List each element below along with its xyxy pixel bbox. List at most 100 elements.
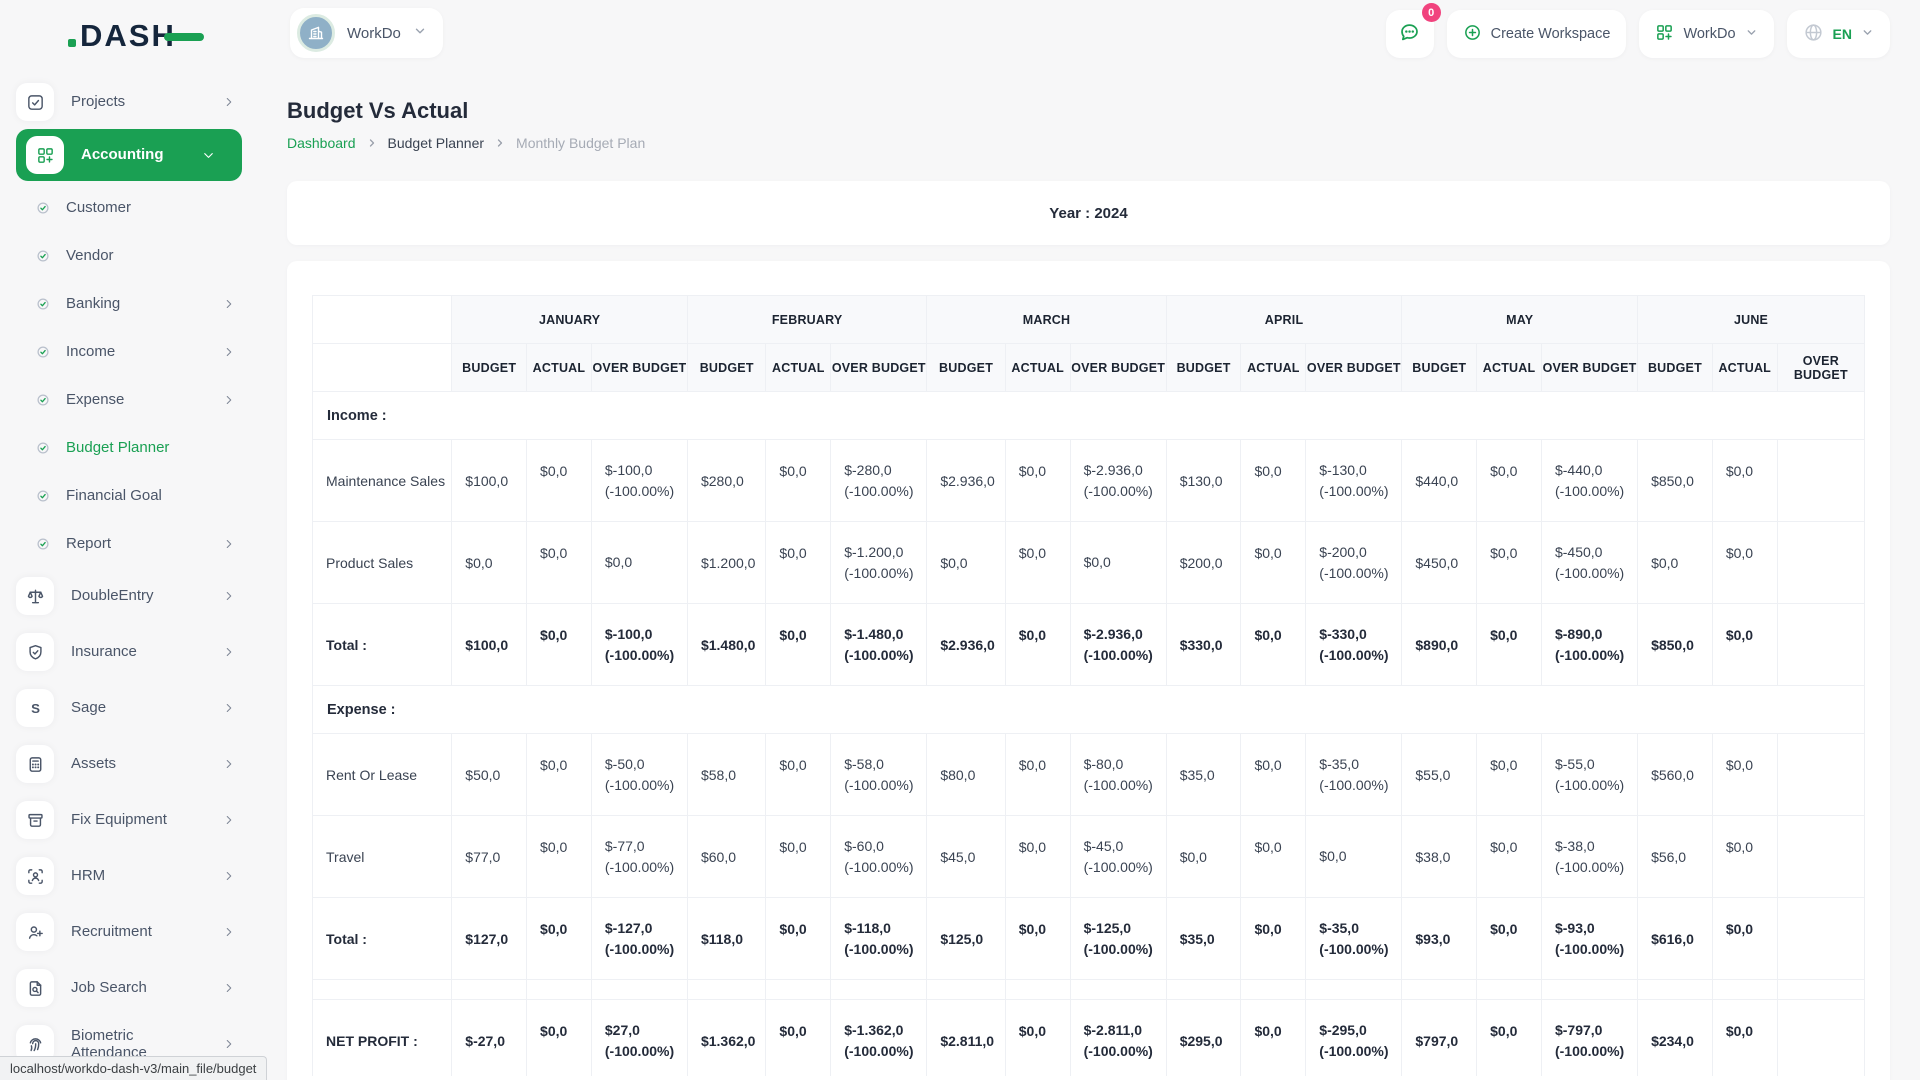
main-content: Budget Vs Actual Dashboard Budget Planne…: [262, 74, 1920, 1080]
cell-total-april-budget: $35,0: [1165, 897, 1242, 980]
cell-product-sales-may-budget: $450,0: [1401, 521, 1478, 604]
breadcrumb-budget-planner[interactable]: Budget Planner: [388, 135, 485, 151]
sidebar-item-doubleentry[interactable]: DoubleEntry: [0, 568, 262, 624]
budget-table-card: JANUARY FEBRUARY MARCH APRIL MAY JUNE BUDGET AC…: [287, 261, 1890, 1080]
cell-rent-or-lease-january-budget: $50,0: [451, 733, 528, 816]
cell-rent-or-lease-march-over-budget: $-80,0 (-100.00%): [1069, 733, 1167, 816]
cell-travel-march-budget: $45,0: [926, 815, 1006, 898]
sidebar-item-vendor[interactable]: Vendor: [0, 232, 262, 280]
grid-plus-icon: [1655, 23, 1674, 46]
chevron-right-icon: [222, 1037, 236, 1051]
spacer-cell: [1637, 979, 1713, 1000]
row-label-travel: Travel: [312, 815, 453, 898]
person-plus-icon: [16, 913, 54, 951]
building-icon: [297, 14, 335, 52]
sidebar-item-banking[interactable]: Banking: [0, 280, 262, 328]
cell-total-april-over-budget: $-330,0 (-100.00%): [1305, 603, 1403, 686]
archive-icon: [16, 801, 54, 839]
sidebar-item-assets[interactable]: Assets: [0, 736, 262, 792]
sidebar-item-recruitment[interactable]: Recruitment: [0, 904, 262, 960]
sidebar-item-insurance[interactable]: Insurance: [0, 624, 262, 680]
cell-total-march-budget: $2.936,0: [926, 603, 1006, 686]
cell-travel-february-over-budget: $-60,0 (-100.00%): [830, 815, 928, 898]
cell-maintenance-sales-april-budget: $130,0: [1165, 439, 1242, 522]
scales-icon: [16, 577, 54, 615]
cell-rent-or-lease-february-over-budget: $-58,0 (-100.00%): [830, 733, 928, 816]
create-workspace-button[interactable]: Create Workspace: [1446, 10, 1627, 58]
cell-net-profit-june-over-budget: [1776, 999, 1865, 1076]
subheader-march-budget: BUDGET: [926, 343, 1006, 392]
breadcrumb-dashboard[interactable]: Dashboard: [287, 135, 356, 151]
cell-product-sales-january-over-budget: $0,0: [590, 521, 688, 604]
row-label-product-sales: Product Sales: [312, 521, 453, 604]
sidebar-item-financial-goal[interactable]: Financial Goal: [0, 472, 262, 520]
sidebar-item-fix-equipment[interactable]: Fix Equipment: [0, 792, 262, 848]
cell-maintenance-sales-january-budget: $100,0: [451, 439, 528, 522]
sidebar-item-projects[interactable]: Projects: [0, 78, 262, 126]
spacer-cell: [526, 979, 592, 1000]
year-header-text: Year : 2024: [1049, 204, 1128, 222]
chat-bubble-icon: [1398, 21, 1421, 48]
cell-total-january-over-budget: $-127,0 (-100.00%): [590, 897, 688, 980]
spacer-cell: [590, 979, 688, 1000]
cell-total-may-over-budget: $-93,0 (-100.00%): [1540, 897, 1639, 980]
sidebar-item-label: Vendor: [66, 247, 114, 265]
cell-total-june-actual: $0,0: [1711, 897, 1778, 980]
cell-maintenance-sales-may-over-budget: $-440,0 (-100.00%): [1540, 439, 1639, 522]
file-search-icon: [16, 969, 54, 1007]
subheader-march-actual: ACTUAL: [1004, 343, 1071, 392]
cell-total-june-budget: $850,0: [1637, 603, 1713, 686]
cell-maintenance-sales-january-actual: $0,0: [526, 439, 592, 522]
sidebar-item-job-search[interactable]: Job Search: [0, 960, 262, 1016]
cell-total-june-budget: $616,0: [1637, 897, 1713, 980]
cell-total-january-budget: $127,0: [451, 897, 528, 980]
sidebar-item-label: Income: [66, 343, 116, 361]
status-bar: localhost/workdo-dash-v3/main_file/budge…: [0, 1056, 268, 1080]
cell-net-profit-march-actual: $0,0: [1004, 999, 1071, 1076]
subheader-january-over-budget: OVER BUDGET: [590, 343, 688, 392]
spacer-cell: [1069, 979, 1167, 1000]
create-workspace-label: Create Workspace: [1490, 26, 1611, 42]
spacer-cell: [765, 979, 832, 1000]
cell-travel-june-actual: $0,0: [1711, 815, 1778, 898]
cell-total-march-budget: $125,0: [926, 897, 1006, 980]
cell-product-sales-january-actual: $0,0: [526, 521, 592, 604]
sidebar-item-accounting[interactable]: Accounting: [16, 129, 242, 181]
workdo-menu-label: WorkDo: [1683, 26, 1736, 42]
breadcrumb-current: Monthly Budget Plan: [516, 135, 646, 151]
cell-rent-or-lease-march-budget: $80,0: [926, 733, 1006, 816]
month-header-may: MAY: [1401, 295, 1639, 344]
cell-rent-or-lease-april-budget: $35,0: [1165, 733, 1242, 816]
cell-maintenance-sales-march-budget: $2.936,0: [926, 439, 1006, 522]
language-selector[interactable]: EN: [1786, 10, 1890, 58]
sidebar-item-income[interactable]: Income: [0, 328, 262, 376]
cell-travel-march-actual: $0,0: [1004, 815, 1071, 898]
subheader-march-over-budget: OVER BUDGET: [1069, 343, 1167, 392]
workdo-menu-button[interactable]: WorkDo: [1639, 10, 1774, 58]
sidebar-item-sage[interactable]: S Sage: [0, 680, 262, 736]
chevron-right-icon: [222, 981, 236, 995]
cell-rent-or-lease-february-actual: $0,0: [765, 733, 832, 816]
budget-table-scroll-area[interactable]: JANUARY FEBRUARY MARCH APRIL MAY JUNE BUDGET AC…: [312, 295, 1865, 1076]
sidebar-item-expense[interactable]: Expense: [0, 376, 262, 424]
calculator-icon: [16, 745, 54, 783]
chevron-right-icon: [222, 95, 236, 109]
cell-maintenance-sales-june-over-budget: [1776, 439, 1865, 522]
chevron-right-icon: [366, 137, 378, 149]
sidebar-item-report[interactable]: Report: [0, 520, 262, 568]
cell-net-profit-january-budget: $-27,0: [451, 999, 528, 1076]
sidebar-item-customer[interactable]: Customer: [0, 184, 262, 232]
sidebar-item-budget-planner[interactable]: Budget Planner: [0, 424, 262, 472]
month-header-june: JUNE: [1637, 295, 1865, 344]
sidebar-item-label: Job Search: [71, 979, 147, 997]
cell-total-february-actual: $0,0: [765, 897, 832, 980]
workspace-selector[interactable]: WorkDo: [290, 8, 443, 58]
spacer-cell: [451, 979, 528, 1000]
messages-button[interactable]: 0: [1385, 3, 1441, 58]
spacer-cell: [1305, 979, 1403, 1000]
cell-net-profit-june-actual: $0,0: [1711, 999, 1778, 1076]
cell-total-may-actual: $0,0: [1476, 603, 1542, 686]
sidebar-item-hrm[interactable]: HRM: [0, 848, 262, 904]
messages-count-badge: 0: [1421, 3, 1441, 22]
cell-total-may-budget: $890,0: [1401, 603, 1478, 686]
